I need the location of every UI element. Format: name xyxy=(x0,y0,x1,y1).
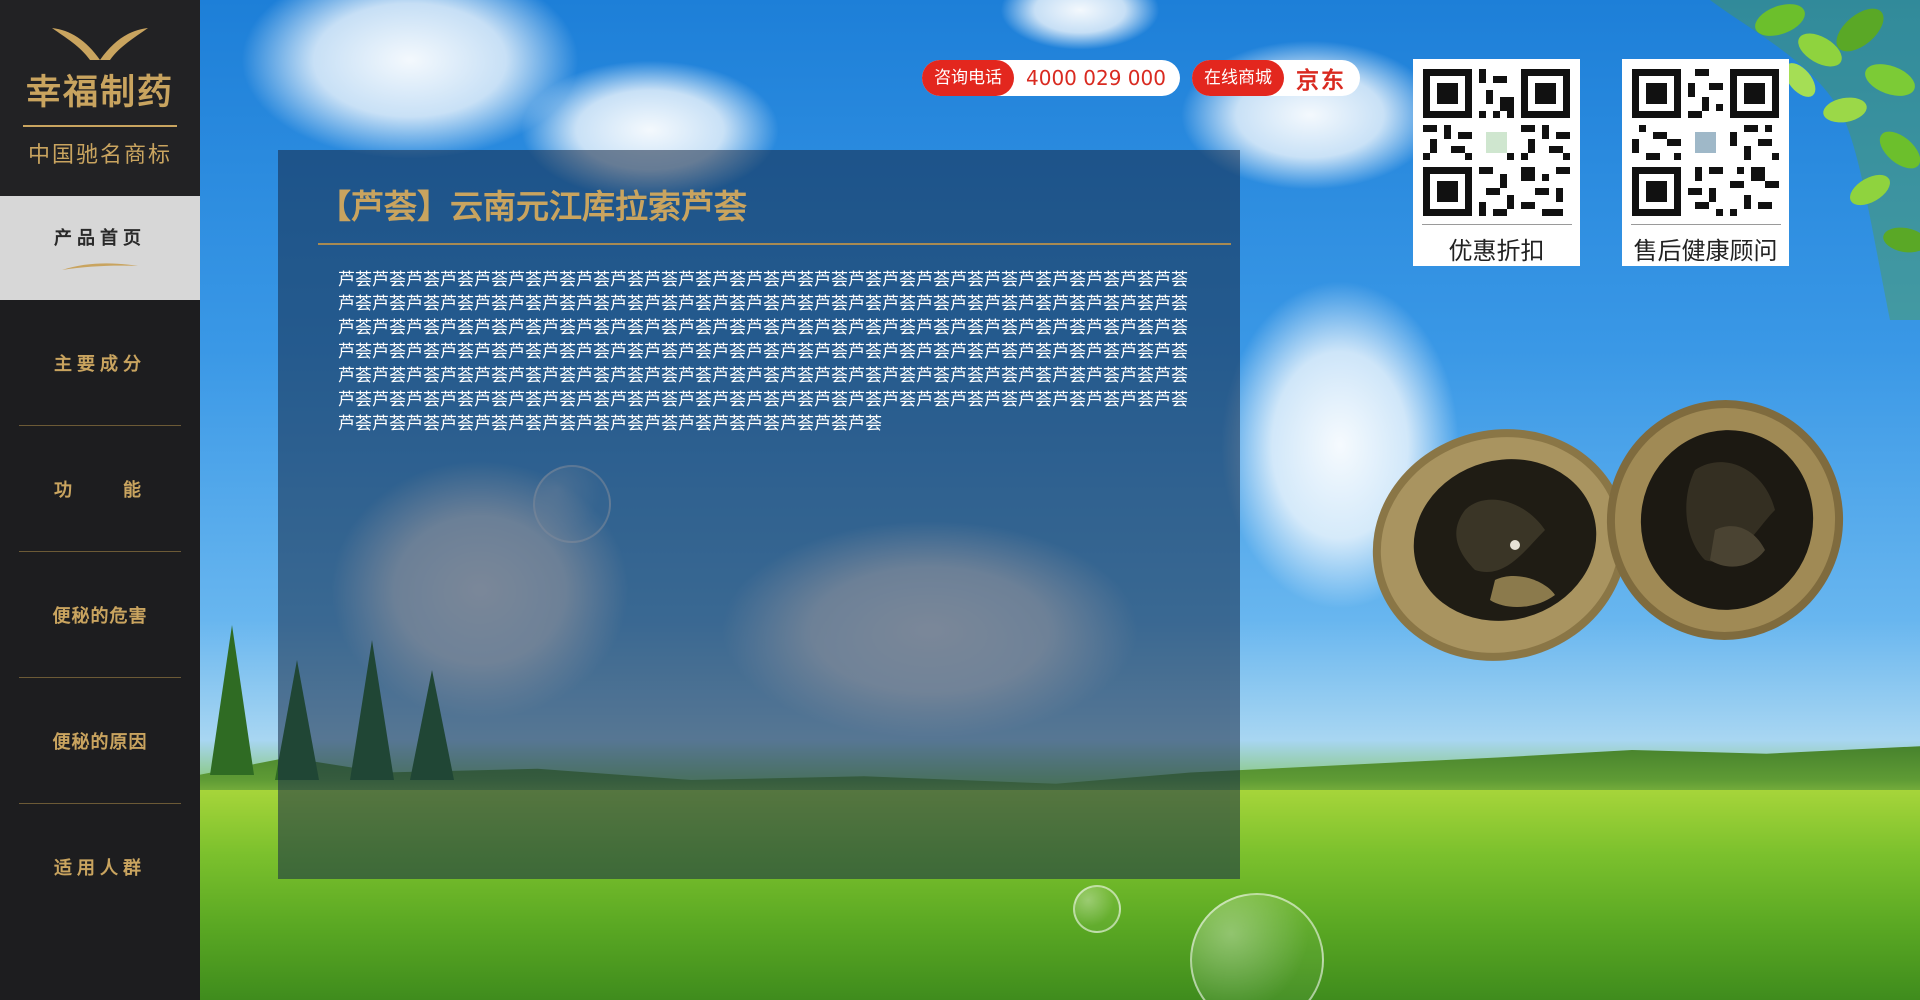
sidebar-item-label: 适用人群 xyxy=(54,857,146,879)
phone-number: 4000 029 000 xyxy=(1026,66,1166,90)
qr-card-discount[interactable]: 优惠折扣 xyxy=(1413,59,1580,266)
logo-divider xyxy=(23,125,177,127)
bubble xyxy=(1073,885,1121,933)
brand-name: 幸福制药 xyxy=(25,72,174,113)
sidebar-item-home[interactable]: 产品首页 xyxy=(0,196,200,300)
panel-divider xyxy=(318,243,1231,245)
pine-tree xyxy=(210,625,254,775)
brand-slogan: 中国驰名商标 xyxy=(27,143,172,168)
shop-tag: 在线商城 xyxy=(1192,60,1284,96)
brand-mark-icon xyxy=(52,28,148,60)
sidebar-item-label: 主要成分 xyxy=(54,353,146,375)
qr-code-icon xyxy=(1632,69,1779,216)
panel-title: 【芦荟】云南元江库拉索芦荟 xyxy=(318,187,747,226)
brand-logo[interactable]: 幸福制药 中国驰名商标 xyxy=(0,0,200,196)
qr-code-icon xyxy=(1423,69,1570,216)
qr-label: 优惠折扣 xyxy=(1421,224,1572,266)
sidebar-item-ingredients[interactable]: 主要成分 xyxy=(0,300,200,425)
shop-name: 京东 xyxy=(1296,68,1346,94)
sidebar: 幸福制药 中国驰名商标 产品首页 主要成分 功 能 便秘的危害 便秘的原因 适用… xyxy=(0,0,200,1000)
sidebar-item-label: 功 能 xyxy=(54,479,146,501)
sidebar-item-target-users[interactable]: 适用人群 xyxy=(0,804,200,929)
sidebar-item-constipation-causes[interactable]: 便秘的原因 xyxy=(0,678,200,803)
sidebar-item-label: 便秘的原因 xyxy=(52,731,148,753)
qr-card-health-advisor[interactable]: 售后健康顾问 xyxy=(1622,59,1789,266)
aloe-product-image xyxy=(1372,400,1844,661)
sidebar-item-label: 便秘的危害 xyxy=(52,605,148,627)
sidebar-item-functions[interactable]: 功 能 xyxy=(0,426,200,551)
sidebar-item-constipation-harm[interactable]: 便秘的危害 xyxy=(0,552,200,677)
online-shop-link[interactable]: 在线商城 京东 xyxy=(1192,60,1360,96)
phone-contact[interactable]: 咨询电话 4000 029 000 xyxy=(922,60,1180,96)
content-panel: 【芦荟】云南元江库拉索芦荟 芦荟芦荟芦荟芦荟芦荟芦荟芦荟芦荟芦荟芦荟芦荟芦荟芦荟… xyxy=(278,150,1240,879)
phone-tag: 咨询电话 xyxy=(922,60,1014,96)
sidebar-item-label: 产品首页 xyxy=(54,228,146,249)
qr-label: 售后健康顾问 xyxy=(1630,224,1781,266)
swoosh-icon xyxy=(62,263,138,270)
cloud xyxy=(1000,0,1160,50)
panel-body-text: 芦荟芦荟芦荟芦荟芦荟芦荟芦荟芦荟芦荟芦荟芦荟芦荟芦荟芦荟芦荟芦荟芦荟芦荟芦荟芦荟… xyxy=(338,270,1188,434)
